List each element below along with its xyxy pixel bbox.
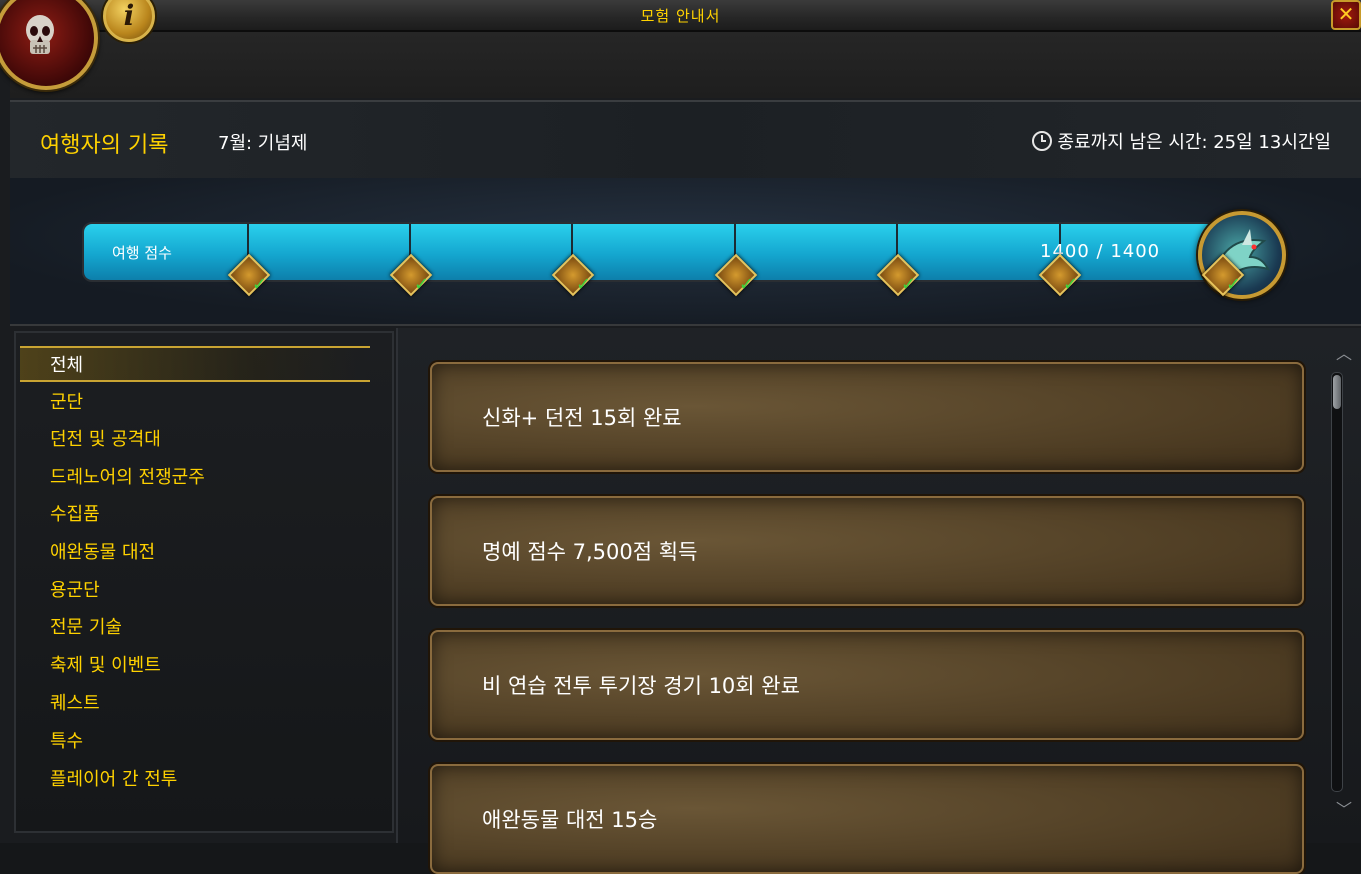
milestone-reward-3[interactable]: ✓: [551, 253, 595, 297]
checkmark-icon: ✓: [901, 274, 917, 295]
header-subtitle: 7월: 기념제: [218, 133, 308, 154]
activity-list: 신화+ 던전 15회 완료 명예 점수 7,500점 획득 비 연습 전투 투기…: [396, 328, 1361, 874]
checkmark-icon: ✓: [1226, 274, 1242, 295]
category-dungeons-raids[interactable]: 던전 및 공격대: [20, 422, 370, 458]
category-collections[interactable]: 수집품: [20, 497, 370, 533]
checkmark-icon: ✓: [414, 274, 430, 295]
milestone-reward-6[interactable]: ✓: [1038, 253, 1082, 297]
progress-label: 여행 점수: [112, 244, 172, 262]
activity-card[interactable]: 애완동물 대전 15승: [430, 764, 1304, 874]
header-title: 여행자의 기록: [40, 133, 169, 158]
checkmark-icon: ✓: [1063, 274, 1079, 295]
scrollbar-thumb[interactable]: [1333, 375, 1341, 409]
category-professions[interactable]: 전문 기술: [20, 610, 370, 646]
time-remaining: 종료까지 남은 시간: 25일 13시간일: [1031, 128, 1331, 154]
clock-icon: [1031, 131, 1052, 151]
scroll-up-button[interactable]: ︿: [1332, 346, 1356, 362]
activity-card[interactable]: 신화+ 던전 15회 완료: [430, 362, 1304, 472]
category-pet-battles[interactable]: 애완동물 대전: [20, 535, 370, 571]
activity-card[interactable]: 명예 점수 7,500점 획득: [430, 496, 1304, 606]
activity-label: 비 연습 전투 투기장 경기 10회 완료: [482, 674, 800, 698]
category-dragonflight[interactable]: 용군단: [20, 573, 370, 609]
category-all[interactable]: 전체: [20, 346, 370, 382]
header-spacer: [10, 32, 1361, 98]
milestone-reward-2[interactable]: ✓: [389, 253, 433, 297]
category-warlords-of-draenor[interactable]: 드레노어의 전쟁군주: [20, 460, 370, 496]
category-legion[interactable]: 군단: [20, 385, 370, 421]
milestone-reward-7[interactable]: ✓: [1201, 253, 1245, 297]
milestone-reward-1[interactable]: ✓: [227, 253, 271, 297]
skull-icon: [26, 15, 54, 54]
time-remaining-text: 종료까지 남은 시간: 25일 13시간일: [1057, 132, 1331, 153]
journey-header: 여행자의 기록 7월: 기념제 종료까지 남은 시간: 25일 13시간일: [10, 100, 1361, 180]
close-button[interactable]: ✕: [1331, 0, 1361, 30]
category-special[interactable]: 특수: [20, 724, 370, 760]
checkmark-icon: ✓: [252, 274, 268, 295]
category-holidays-events[interactable]: 축제 및 이벤트: [20, 648, 370, 684]
activity-label: 애완동물 대전 15승: [482, 808, 658, 832]
title-bar[interactable]: 모험 안내서 ✕: [0, 0, 1361, 32]
scroll-down-button[interactable]: ﹀: [1332, 802, 1356, 818]
checkmark-icon: ✓: [739, 274, 755, 295]
milestone-reward-4[interactable]: ✓: [714, 253, 758, 297]
scrollbar-track[interactable]: [1331, 372, 1343, 792]
checkmark-icon: ✓: [576, 274, 592, 295]
category-pvp[interactable]: 플레이어 간 전투: [20, 762, 370, 798]
activity-label: 신화+ 던전 15회 완료: [482, 406, 682, 430]
category-list: 전체 군단 던전 및 공격대 드레노어의 전쟁군주 수집품 애완동물 대전 용군…: [14, 331, 394, 833]
milestone-reward-5[interactable]: ✓: [876, 253, 920, 297]
category-quests[interactable]: 퀘스트: [20, 686, 370, 722]
activity-label: 명예 점수 7,500점 획득: [482, 540, 698, 564]
window-title: 모험 안내서: [640, 7, 721, 25]
progress-track-area: 여행 점수 1400 / 1400 ✓ ✓ ✓ ✓ ✓ ✓ ✓: [10, 178, 1361, 326]
adventure-guide-window: 모험 안내서 ✕ i 여행자의 기록 7월: 기념제 종료까지 남은 시간: 2…: [0, 0, 1361, 874]
activity-card[interactable]: 비 연습 전투 투기장 경기 10회 완료: [430, 630, 1304, 740]
